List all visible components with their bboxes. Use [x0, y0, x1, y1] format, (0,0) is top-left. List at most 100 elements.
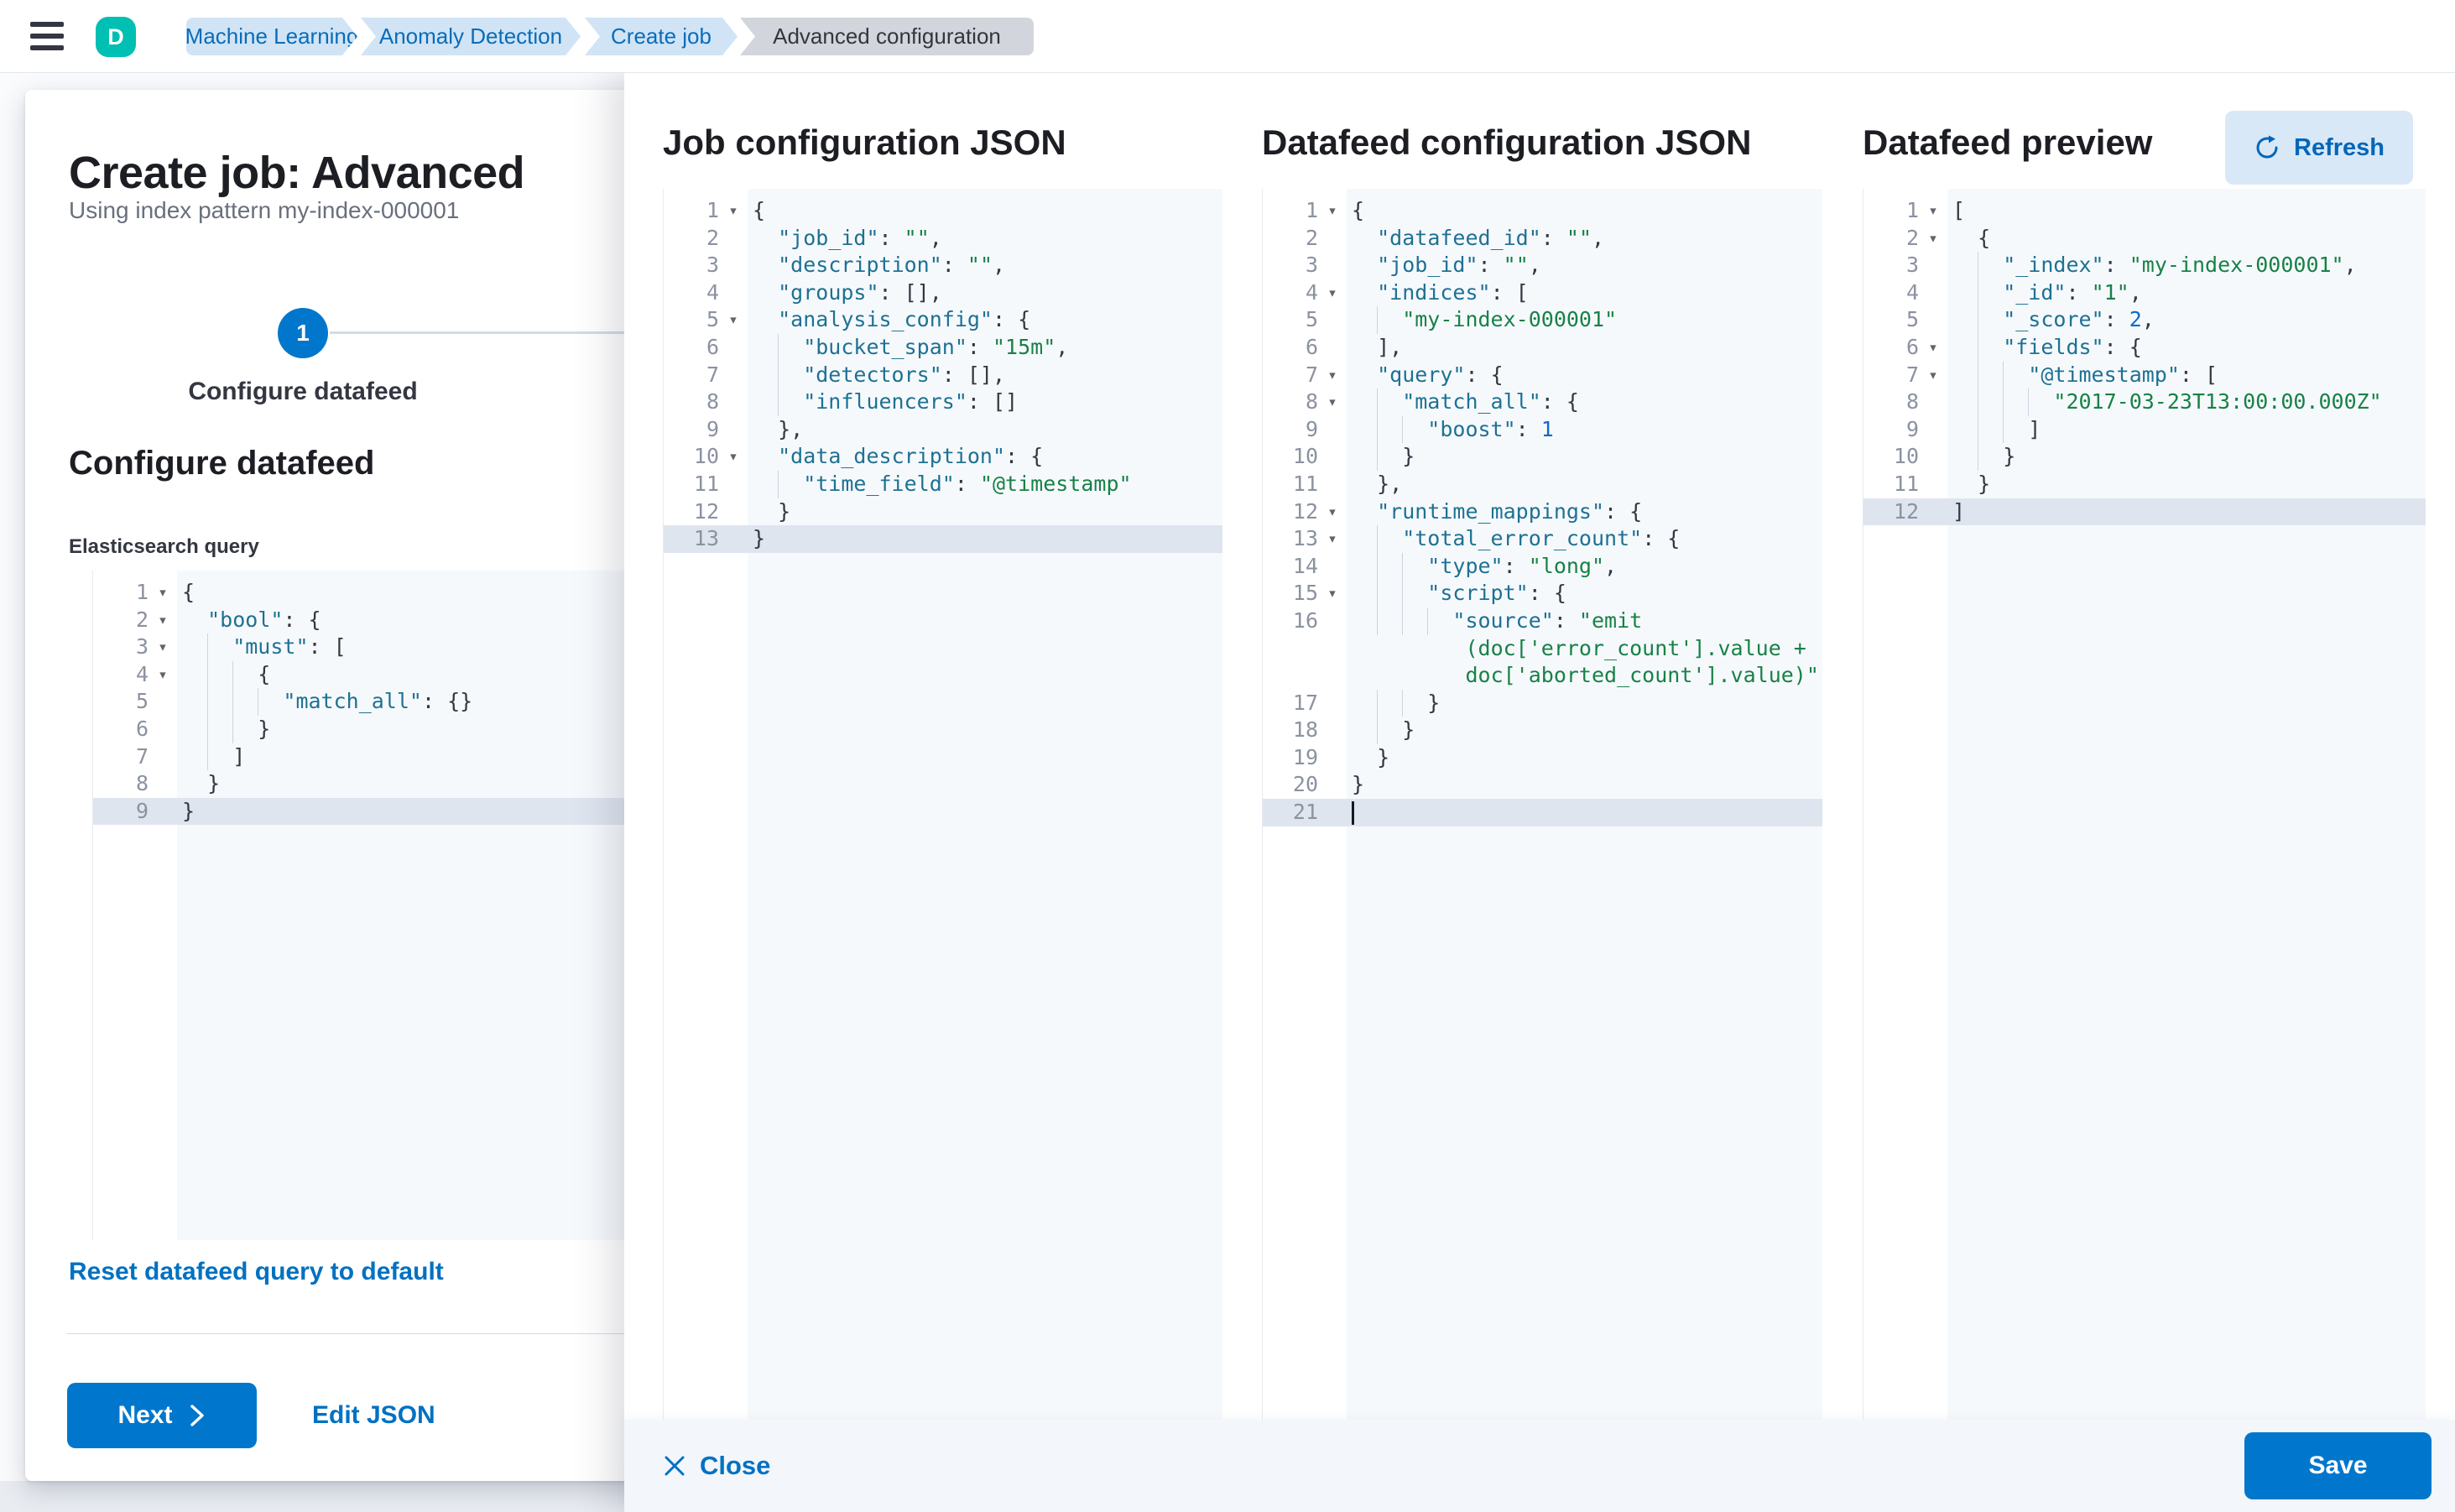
- code-line[interactable]: 1▾[: [1863, 197, 2426, 225]
- breadcrumb: Machine LearningAnomaly DetectionCreate …: [0, 0, 2455, 73]
- code-line[interactable]: 15▾ "script": {: [1263, 580, 1822, 607]
- line-number-gutter: 8: [1863, 388, 1947, 416]
- fold-arrow-icon[interactable]: ▾: [719, 197, 748, 225]
- code-line[interactable]: 20}: [1263, 771, 1822, 799]
- code-line[interactable]: 12]: [1863, 498, 2426, 526]
- fold-arrow-icon[interactable]: ▾: [1318, 498, 1347, 526]
- code-line[interactable]: 8▾ "match_all": {: [1263, 388, 1822, 416]
- code-line[interactable]: 9 },: [664, 416, 1222, 444]
- line-number-gutter: 2: [1263, 225, 1347, 253]
- line-number-gutter: 18: [1263, 717, 1347, 744]
- fold-arrow-icon[interactable]: ▾: [1919, 334, 1947, 362]
- code-line[interactable]: 6 ],: [1263, 334, 1822, 362]
- code-line[interactable]: 2 "datafeed_id": "",: [1263, 225, 1822, 253]
- code-line[interactable]: 3 "_index": "my-index-000001",: [1863, 252, 2426, 279]
- code-line[interactable]: (doc['error_count'].value +: [1263, 635, 1822, 663]
- code-line[interactable]: 4 "_id": "1",: [1863, 279, 2426, 307]
- fold-arrow-icon[interactable]: ▾: [1318, 197, 1347, 225]
- code-line[interactable]: 16 "source": "emit: [1263, 607, 1822, 635]
- fold-arrow-icon[interactable]: ▾: [149, 579, 177, 607]
- fold-arrow-icon[interactable]: ▾: [149, 633, 177, 661]
- next-button-label: Next: [117, 1401, 172, 1430]
- code-line[interactable]: 21: [1263, 799, 1822, 826]
- code-line[interactable]: 9 ]: [1863, 416, 2426, 444]
- line-number-gutter: 3: [664, 252, 748, 279]
- close-icon: [663, 1454, 686, 1478]
- next-button[interactable]: Next: [67, 1383, 257, 1448]
- save-button[interactable]: Save: [2244, 1432, 2432, 1499]
- line-number-gutter: 14: [1263, 553, 1347, 581]
- top-navigation-bar: D Machine LearningAnomaly DetectionCreat…: [0, 0, 2455, 73]
- code-line[interactable]: 7▾ "query": {: [1263, 362, 1822, 389]
- code-line[interactable]: 1▾{: [1263, 197, 1822, 225]
- fold-arrow-icon[interactable]: ▾: [149, 661, 177, 689]
- fold-arrow-icon[interactable]: ▾: [1318, 279, 1347, 307]
- fold-arrow-icon[interactable]: ▾: [149, 607, 177, 634]
- code-line[interactable]: 10 }: [1863, 443, 2426, 471]
- code-line[interactable]: 3 "job_id": "",: [1263, 252, 1822, 279]
- line-number-gutter: 17: [1263, 690, 1347, 717]
- code-line[interactable]: 12▾ "runtime_mappings": {: [1263, 498, 1822, 526]
- line-number-gutter: 7▾: [1263, 362, 1347, 389]
- fold-arrow-icon[interactable]: ▾: [1318, 362, 1347, 389]
- code-line[interactable]: 6 "bucket_span": "15m",: [664, 334, 1222, 362]
- code-line[interactable]: 4▾ "indices": [: [1263, 279, 1822, 307]
- code-line[interactable]: 10▾ "data_description": {: [664, 443, 1222, 471]
- code-line[interactable]: 11 "time_field": "@timestamp": [664, 471, 1222, 498]
- code-line[interactable]: 14 "type": "long",: [1263, 553, 1822, 581]
- fold-arrow-icon[interactable]: ▾: [719, 306, 748, 334]
- fold-arrow-icon[interactable]: ▾: [1919, 225, 1947, 253]
- line-number-gutter: [1263, 662, 1347, 690]
- refresh-button[interactable]: Refresh: [2225, 111, 2413, 185]
- code-line[interactable]: 13}: [664, 525, 1222, 553]
- breadcrumb-item-2[interactable]: Anomaly Detection: [361, 18, 581, 55]
- code-line[interactable]: 8 "influencers": []: [664, 388, 1222, 416]
- line-number-gutter: 20: [1263, 771, 1347, 799]
- code-line[interactable]: 5 "my-index-000001": [1263, 306, 1822, 334]
- line-number-gutter: 4: [1863, 279, 1947, 307]
- code-line[interactable]: 7 "detectors": [],: [664, 362, 1222, 389]
- code-line[interactable]: 3 "description": "",: [664, 252, 1222, 279]
- fold-arrow-icon[interactable]: ▾: [1919, 197, 1947, 225]
- code-line[interactable]: 1▾{: [664, 197, 1222, 225]
- fold-arrow-icon[interactable]: ▾: [1318, 580, 1347, 607]
- code-line[interactable]: 2▾ {: [1863, 225, 2426, 253]
- code-line[interactable]: 2 "job_id": "",: [664, 225, 1222, 253]
- reset-datafeed-query-link[interactable]: Reset datafeed query to default: [69, 1258, 444, 1286]
- code-line[interactable]: 17 }: [1263, 690, 1822, 717]
- code-line[interactable]: 6▾ "fields": {: [1863, 334, 2426, 362]
- page-title: Create job: Advanced: [69, 147, 524, 199]
- job-configuration-json-editor[interactable]: 1▾{2 "job_id": "",3 "description": "",4 …: [663, 189, 1222, 1420]
- code-line[interactable]: 8 "2017-03-23T13:00:00.000Z": [1863, 388, 2426, 416]
- line-number-gutter: 8: [664, 388, 748, 416]
- edit-json-link[interactable]: Edit JSON: [312, 1401, 435, 1430]
- line-number-gutter: 13▾: [1263, 525, 1347, 553]
- code-line[interactable]: 12 }: [664, 498, 1222, 526]
- close-button[interactable]: Close: [663, 1420, 770, 1512]
- code-line[interactable]: 9 "boost": 1: [1263, 416, 1822, 444]
- step-1-indicator[interactable]: 1: [278, 308, 328, 358]
- elasticsearch-query-label: Elasticsearch query: [69, 535, 259, 559]
- datafeed-configuration-json-editor[interactable]: 1▾{2 "datafeed_id": "",3 "job_id": "",4▾…: [1262, 189, 1822, 1420]
- line-number-gutter: 10: [1263, 443, 1347, 471]
- fold-arrow-icon[interactable]: ▾: [1318, 525, 1347, 553]
- code-line[interactable]: 13▾ "total_error_count": {: [1263, 525, 1822, 553]
- code-line[interactable]: doc['aborted_count'].value)": [1263, 662, 1822, 690]
- line-number-gutter: 1▾: [1263, 197, 1347, 225]
- code-line[interactable]: 5 "_score": 2,: [1863, 306, 2426, 334]
- breadcrumb-item-3[interactable]: Create job: [585, 18, 738, 55]
- code-line[interactable]: 4 "groups": [],: [664, 279, 1222, 307]
- code-line[interactable]: 10 }: [1263, 443, 1822, 471]
- breadcrumb-item-1[interactable]: Machine Learning: [186, 18, 357, 55]
- code-line[interactable]: 11 }: [1863, 471, 2426, 498]
- line-number-gutter: 3: [1863, 252, 1947, 279]
- fold-arrow-icon[interactable]: ▾: [1919, 362, 1947, 389]
- datafeed-preview-editor[interactable]: 1▾[2▾ {3 "_index": "my-index-000001",4 "…: [1863, 189, 2426, 1420]
- code-line[interactable]: 7▾ "@timestamp": [: [1863, 362, 2426, 389]
- code-line[interactable]: 19 }: [1263, 744, 1822, 772]
- code-line[interactable]: 18 }: [1263, 717, 1822, 744]
- code-line[interactable]: 11 },: [1263, 471, 1822, 498]
- code-line[interactable]: 5▾ "analysis_config": {: [664, 306, 1222, 334]
- fold-arrow-icon[interactable]: ▾: [719, 443, 748, 471]
- fold-arrow-icon[interactable]: ▾: [1318, 388, 1347, 416]
